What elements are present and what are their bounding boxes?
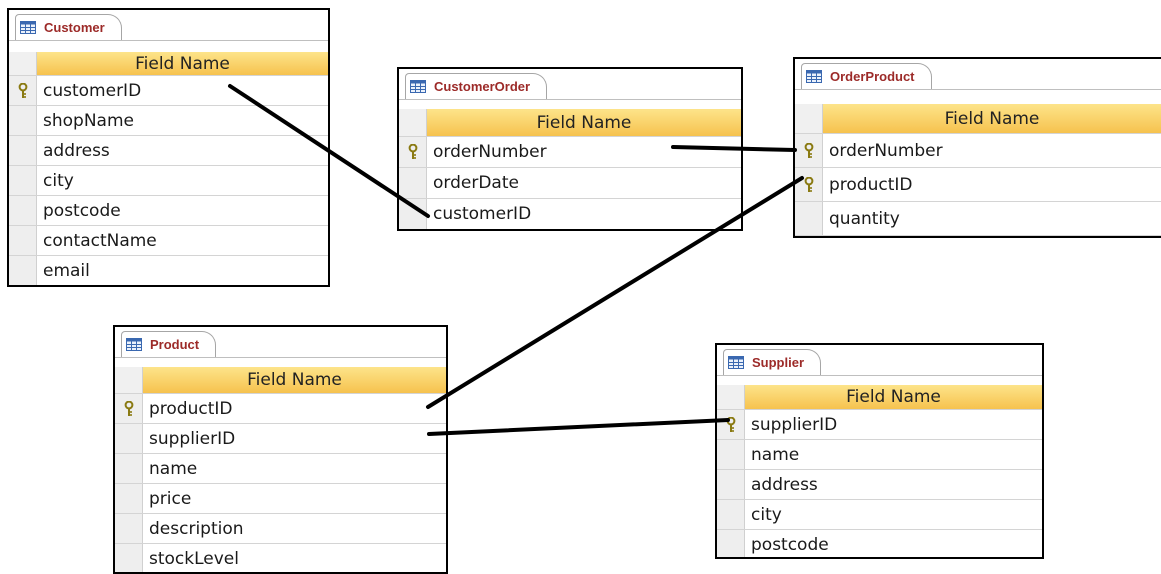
- field-name-header: Field Name: [427, 109, 741, 136]
- field-row[interactable]: shopName: [9, 106, 328, 136]
- primary-key-icon: [18, 82, 27, 98]
- field-row[interactable]: customerID: [9, 76, 328, 106]
- field-name: name: [149, 458, 198, 479]
- tab-customer[interactable]: Customer: [15, 14, 122, 40]
- field-row[interactable]: productID: [115, 394, 446, 424]
- field-row[interactable]: supplierID: [115, 424, 446, 454]
- table-name: OrderProduct: [830, 69, 915, 84]
- field-name: name: [751, 444, 800, 465]
- field-row[interactable]: productID: [795, 168, 1161, 202]
- field-name-header: Field Name: [823, 104, 1161, 133]
- primary-key-icon: [124, 400, 133, 416]
- field-name: contactName: [43, 230, 157, 251]
- tab-bar: Product: [115, 327, 446, 358]
- table-icon: [126, 338, 142, 351]
- field-row[interactable]: orderNumber: [399, 137, 741, 168]
- field-name: stockLevel: [149, 548, 239, 569]
- field-name: address: [43, 140, 110, 161]
- table-icon: [410, 80, 426, 93]
- field-row[interactable]: postcode: [9, 196, 328, 226]
- customer-table: Customer Field Name customerID shopName: [7, 8, 330, 287]
- field-name: supplierID: [149, 428, 236, 449]
- tab-supplier[interactable]: Supplier: [723, 349, 822, 375]
- field-row[interactable]: email: [9, 256, 328, 285]
- field-name-header: Field Name: [143, 367, 446, 393]
- customer-order-table: CustomerOrder Field Name orderNumber ord…: [397, 67, 743, 231]
- field-name: description: [149, 518, 244, 539]
- field-name: productID: [829, 174, 913, 195]
- header-row: Field Name: [399, 109, 741, 137]
- field-name: shopName: [43, 110, 134, 131]
- table-name: Product: [150, 337, 200, 352]
- tab-bar: CustomerOrder: [399, 69, 741, 100]
- order-product-table: OrderProduct Field Name orderNumber prod…: [793, 57, 1161, 238]
- table-name: Supplier: [752, 355, 805, 370]
- field-row[interactable]: quantity: [795, 202, 1161, 236]
- tab-customer-order[interactable]: CustomerOrder: [405, 73, 548, 99]
- field-name: quantity: [829, 208, 900, 229]
- field-row[interactable]: name: [717, 440, 1042, 470]
- field-name: postcode: [751, 534, 829, 555]
- field-row[interactable]: orderDate: [399, 168, 741, 199]
- field-row[interactable]: name: [115, 454, 446, 484]
- field-name: city: [43, 170, 74, 191]
- field-row[interactable]: address: [717, 470, 1042, 500]
- field-name: customerID: [433, 204, 532, 224]
- table-name: Customer: [44, 20, 105, 35]
- tab-bar: Supplier: [717, 345, 1042, 376]
- field-name: orderNumber: [433, 142, 547, 162]
- field-row[interactable]: postcode: [717, 530, 1042, 557]
- tab-bar: OrderProduct: [795, 59, 1161, 90]
- product-table: Product Field Name productID supplierID: [113, 325, 448, 574]
- relationship-line-product-supplier[interactable]: [427, 418, 730, 436]
- field-name: address: [751, 474, 818, 495]
- field-row[interactable]: stockLevel: [115, 544, 446, 572]
- field-row[interactable]: supplierID: [717, 410, 1042, 440]
- field-name-header: Field Name: [37, 52, 328, 75]
- primary-key-icon: [804, 176, 813, 192]
- field-name: city: [751, 504, 782, 525]
- field-name: orderDate: [433, 173, 519, 193]
- table-icon: [20, 21, 36, 34]
- header-row: Field Name: [717, 385, 1042, 410]
- field-name-header: Field Name: [745, 385, 1042, 409]
- field-row[interactable]: orderNumber: [795, 134, 1161, 168]
- supplier-table: Supplier Field Name supplierID name addr…: [715, 343, 1044, 559]
- table-icon: [806, 70, 822, 83]
- table-icon: [728, 356, 744, 369]
- field-name: postcode: [43, 200, 121, 221]
- header-row: Field Name: [795, 104, 1161, 134]
- field-name: orderNumber: [829, 140, 943, 161]
- field-row[interactable]: description: [115, 514, 446, 544]
- table-name: CustomerOrder: [434, 79, 531, 94]
- header-row: Field Name: [9, 52, 328, 76]
- field-name: price: [149, 488, 192, 509]
- field-row[interactable]: city: [9, 166, 328, 196]
- field-row[interactable]: contactName: [9, 226, 328, 256]
- field-row[interactable]: customerID: [399, 199, 741, 229]
- primary-key-icon: [408, 144, 417, 159]
- field-name: productID: [149, 398, 233, 419]
- primary-key-icon: [804, 142, 813, 158]
- field-row[interactable]: city: [717, 500, 1042, 530]
- field-row[interactable]: address: [9, 136, 328, 166]
- field-name: supplierID: [751, 414, 838, 435]
- field-name: email: [43, 260, 90, 281]
- field-row[interactable]: price: [115, 484, 446, 514]
- field-name: customerID: [43, 80, 142, 101]
- tab-order-product[interactable]: OrderProduct: [801, 63, 932, 89]
- header-row: Field Name: [115, 367, 446, 394]
- primary-key-icon: [726, 416, 735, 432]
- tab-bar: Customer: [9, 10, 328, 41]
- tab-product[interactable]: Product: [121, 331, 217, 357]
